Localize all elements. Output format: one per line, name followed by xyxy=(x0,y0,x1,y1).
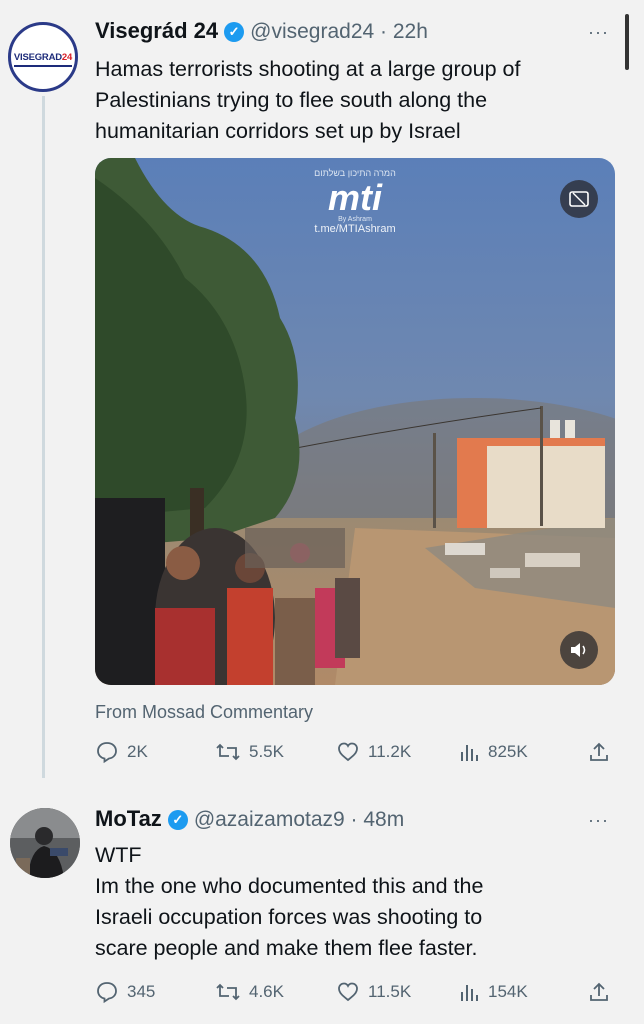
tweet2-header: MoTaz ✓ @azaizamotaz9 · 48m xyxy=(95,806,405,831)
like-icon xyxy=(338,742,358,762)
author-name[interactable]: Visegrád 24 xyxy=(95,18,218,43)
avatar-visegrad[interactable]: VISEGRAD24 xyxy=(8,22,78,92)
thread-line xyxy=(42,96,45,778)
tweet-text-line: Palestinians trying to flee south along … xyxy=(95,88,488,112)
tweet-text-line: Israeli occupation forces was shooting t… xyxy=(95,905,483,929)
tweet-time[interactable]: 22h xyxy=(393,20,428,43)
volume-icon[interactable] xyxy=(560,631,598,669)
author-name[interactable]: MoTaz xyxy=(95,806,162,831)
tweet-text-line: scare people and make them flee faster. xyxy=(95,936,478,960)
views-icon xyxy=(461,985,478,1001)
tweet1-header: Visegrád 24 ✓ @visegrad24 · 22h xyxy=(95,18,428,43)
tweet-time[interactable]: 48m xyxy=(363,808,404,831)
tweet-text-line: humanitarian corridors set up by Israel xyxy=(95,119,461,143)
views-button[interactable]: 825K xyxy=(458,740,528,764)
verified-badge-icon: ✓ xyxy=(167,810,188,830)
tweet1-text: Hamas terrorists shooting at a large gro… xyxy=(95,54,615,147)
reply-icon xyxy=(97,742,117,764)
like-count: 11.2K xyxy=(368,742,412,761)
views-button[interactable]: 154K xyxy=(458,980,528,1004)
views-icon xyxy=(461,745,478,761)
visegrad-logo: VISEGRAD24 xyxy=(13,51,73,67)
share-icon xyxy=(590,742,608,761)
reply-count: 345 xyxy=(127,982,156,1001)
avatar-image xyxy=(10,808,80,878)
tweet-video[interactable]: המרה התיכון בשלתום mti By Ashram t.me/MT… xyxy=(95,158,615,685)
scrollbar[interactable] xyxy=(625,14,629,70)
repost-icon xyxy=(216,983,240,1001)
like-button[interactable]: 11.2K xyxy=(336,740,411,764)
author-handle[interactable]: @azaizamotaz9 xyxy=(194,808,345,831)
reply-icon xyxy=(97,982,117,1004)
share-button[interactable] xyxy=(588,740,618,764)
share-icon xyxy=(590,982,608,1001)
captions-icon[interactable] xyxy=(560,180,598,218)
like-count: 11.5K xyxy=(368,982,412,1001)
tweet-text-line: WTF xyxy=(95,843,142,867)
watermark-sub: By Ashram xyxy=(338,216,372,223)
mti-logo: mti xyxy=(328,177,382,218)
repost-button[interactable]: 5.5K xyxy=(215,740,284,764)
source-attribution[interactable]: From Mossad Commentary xyxy=(95,702,313,723)
tweet2-text: WTF Im the one who documented this and t… xyxy=(95,840,615,964)
tweet-text-line: Im the one who documented this and the xyxy=(95,874,484,898)
repost-count: 4.6K xyxy=(249,982,284,1001)
avatar-motaz[interactable] xyxy=(10,808,80,878)
watermark-url: t.me/MTIAshram xyxy=(314,223,396,235)
repost-count: 5.5K xyxy=(249,742,284,761)
author-handle[interactable]: @visegrad24 xyxy=(250,20,374,43)
repost-button[interactable]: 4.6K xyxy=(215,980,284,1004)
tweet-text-line: Hamas terrorists shooting at a large gro… xyxy=(95,57,521,81)
reply-count: 2K xyxy=(127,742,148,761)
video-watermark: המרה התיכון בשלתום mti By Ashram t.me/MT… xyxy=(95,158,615,235)
more-icon[interactable]: ··· xyxy=(588,810,609,831)
video-frame xyxy=(95,158,615,685)
more-icon[interactable]: ··· xyxy=(588,22,609,43)
share-button[interactable] xyxy=(588,980,618,1004)
verified-badge-icon: ✓ xyxy=(224,22,245,42)
reply-button[interactable]: 2K xyxy=(95,740,148,764)
view-count: 154K xyxy=(488,982,528,1001)
reply-button[interactable]: 345 xyxy=(95,980,155,1004)
repost-icon xyxy=(216,743,240,761)
like-button[interactable]: 11.5K xyxy=(336,980,411,1004)
like-icon xyxy=(338,982,358,1002)
view-count: 825K xyxy=(488,742,528,761)
